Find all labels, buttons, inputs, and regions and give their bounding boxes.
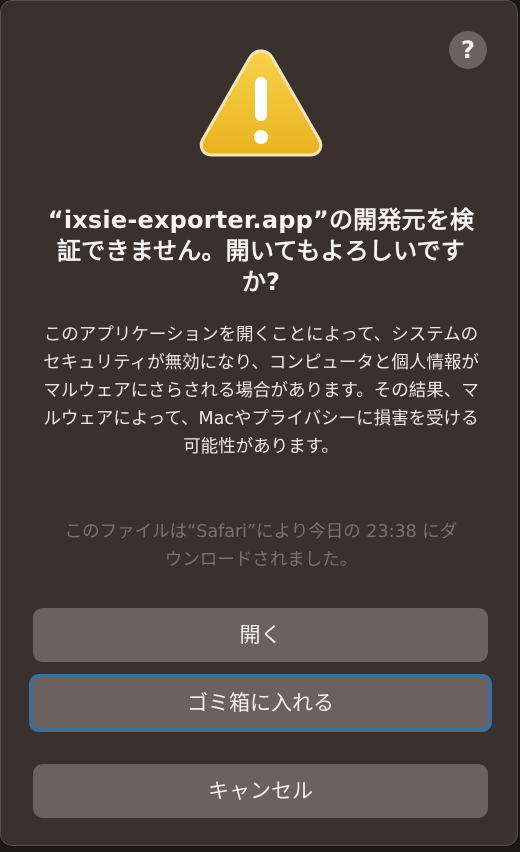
warning-triangle-icon xyxy=(199,49,323,157)
question-mark-icon: ? xyxy=(461,36,475,64)
move-to-trash-button[interactable]: ゴミ箱に入れる xyxy=(29,674,492,732)
open-button-label: 開く xyxy=(239,623,282,647)
cancel-button[interactable]: キャンセル xyxy=(33,764,488,818)
move-to-trash-button-label: ゴミ箱に入れる xyxy=(187,691,334,715)
cancel-button-label: キャンセル xyxy=(208,779,313,803)
security-alert-dialog: ? “ixsie-exporter.app”の開発元を検証できません。開いてもよ… xyxy=(0,0,518,846)
download-source-note: このファイルは“Safari”により今日の 23:38 にダウンロードされました… xyxy=(64,522,458,570)
dialog-title: “ixsie-exporter.app”の開発元を検証できません。開いてもよろし… xyxy=(47,206,475,296)
help-button[interactable]: ? xyxy=(449,31,487,69)
open-button[interactable]: 開く xyxy=(33,608,488,662)
dialog-message: このアプリケーションを開くことによって、システムのセキュリティが無効になり、コン… xyxy=(43,325,479,457)
